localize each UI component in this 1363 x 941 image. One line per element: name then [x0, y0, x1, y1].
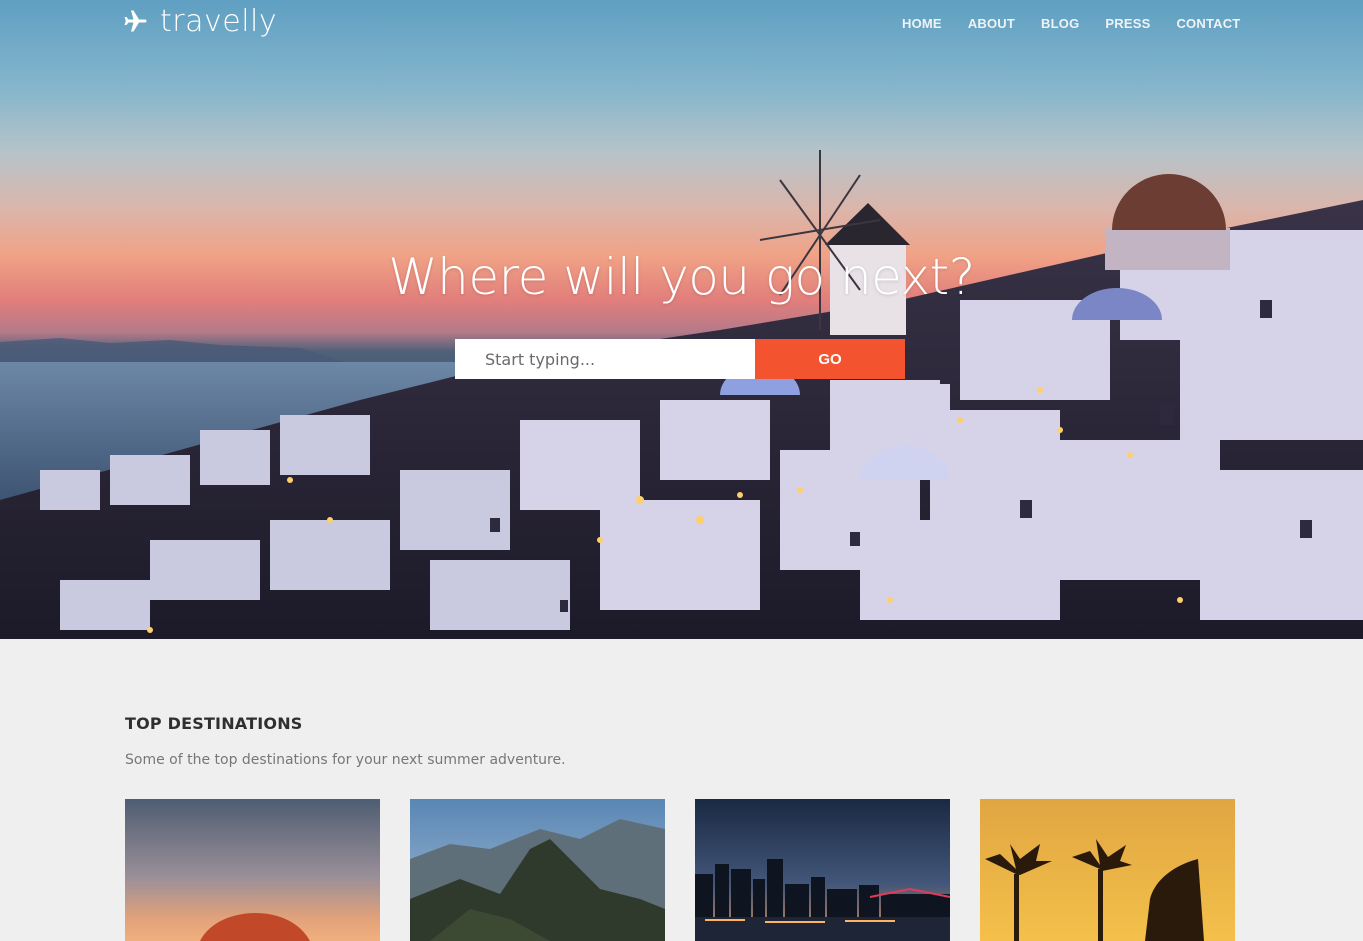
- destination-cards: [125, 799, 1235, 941]
- nav-contact[interactable]: CONTACT: [1176, 16, 1240, 32]
- hero-headline: Where will you go next?: [388, 248, 975, 306]
- search-input[interactable]: [455, 339, 755, 379]
- nav-press[interactable]: PRESS: [1105, 16, 1150, 32]
- city-skyline-photo: [695, 799, 950, 941]
- search-bar: GO: [455, 339, 905, 379]
- main-nav: HOME ABOUT BLOG PRESS CONTACT: [902, 16, 1240, 32]
- palm-trees-sunset-photo: [980, 799, 1235, 941]
- nav-about[interactable]: ABOUT: [968, 16, 1015, 32]
- uluru-photo: [125, 799, 380, 941]
- santorini-hero-image: [0, 150, 1363, 639]
- destination-card-machu-picchu[interactable]: [410, 799, 665, 941]
- machu-picchu-photo: [410, 799, 665, 941]
- section-title: TOP DESTINATIONS: [125, 714, 303, 733]
- section-subtitle: Some of the top destinations for your ne…: [125, 752, 566, 768]
- destination-card-palm-sunset[interactable]: [980, 799, 1235, 941]
- nav-blog[interactable]: BLOG: [1041, 16, 1079, 32]
- nav-home[interactable]: HOME: [902, 16, 942, 32]
- brand-name: travelly: [160, 4, 278, 39]
- destination-card-city-skyline[interactable]: [695, 799, 950, 941]
- hero-banner: travelly HOME ABOUT BLOG PRESS CONTACT W…: [0, 0, 1363, 639]
- airplane-icon: [124, 10, 147, 31]
- destination-card-uluru[interactable]: [125, 799, 380, 941]
- brand-logo[interactable]: travelly: [124, 4, 277, 39]
- go-button[interactable]: GO: [755, 339, 905, 379]
